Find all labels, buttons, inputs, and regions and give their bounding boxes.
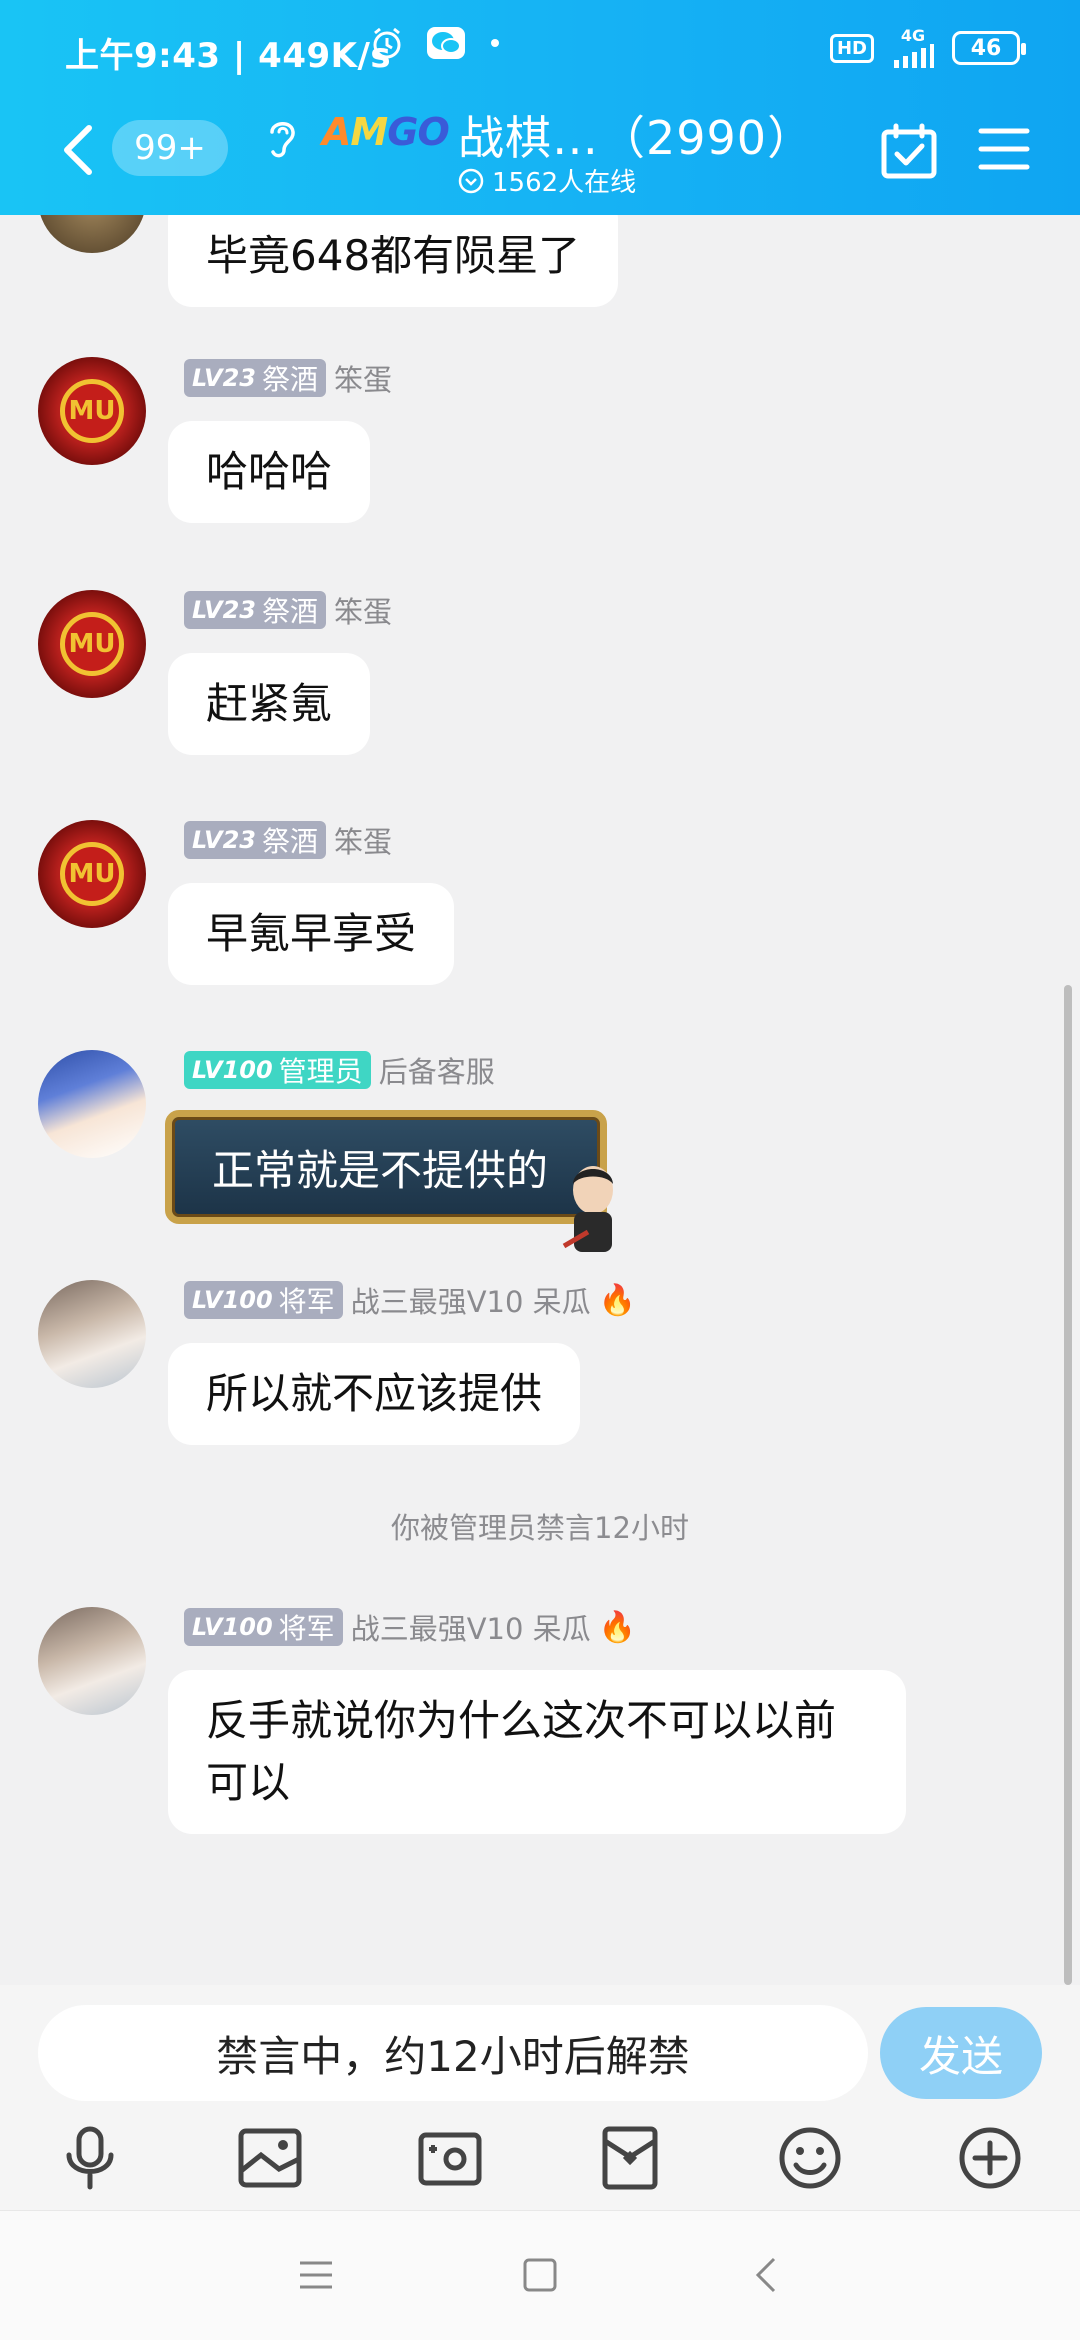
admin-level-badge: LV100 管理员 — [184, 1051, 371, 1089]
image-icon[interactable] — [237, 2125, 303, 2191]
message-bubble[interactable]: 毕竟648都有陨星了 — [168, 215, 619, 307]
rank-label: 将军 — [278, 1285, 335, 1318]
online-count-label: 1562人在线 — [492, 168, 637, 198]
club-crest-icon: MU — [60, 612, 124, 676]
network-label: 4G — [900, 26, 926, 45]
sender-name[interactable]: 笨蛋 — [334, 819, 392, 861]
input-bar: 禁言中，约12小时后解禁 发送 — [0, 1985, 1080, 2210]
message-text: 早氪早享受 — [206, 909, 417, 958]
level-label: LV100 — [192, 1613, 273, 1641]
back-icon[interactable] — [55, 122, 99, 178]
message-text: 所以就不应该提供 — [206, 1369, 543, 1418]
decorated-message-bubble[interactable]: 正常就是不提供的 — [165, 1110, 607, 1224]
sender-meta: LV100 管理员 后备客服 — [184, 1050, 495, 1090]
plus-icon[interactable] — [957, 2125, 1023, 2191]
sender-meta: LV23 祭酒 笨蛋 — [184, 590, 392, 630]
sender-name[interactable]: 笨蛋 — [334, 589, 392, 631]
status-system-icons: HD 4G 46 — [829, 28, 1026, 68]
avatar[interactable]: MU — [38, 590, 146, 698]
dot-icon — [491, 39, 499, 47]
sender-meta: LV23 祭酒 笨蛋 — [184, 358, 392, 398]
group-title[interactable]: 战棋…（2990） — [458, 102, 814, 168]
rank-label: 祭酒 — [261, 595, 318, 628]
avatar[interactable] — [38, 1280, 146, 1388]
home-icon[interactable] — [520, 2255, 560, 2295]
status-time: 上午9:43 | 449K/s — [65, 36, 392, 76]
hd-badge: HD — [829, 33, 874, 63]
group-logo: AMGO — [322, 110, 450, 154]
bubble-character-sticker-icon — [562, 1166, 613, 1252]
send-button[interactable]: 发送 — [880, 2007, 1042, 2099]
message-text: 正常就是不提供的 — [212, 1145, 549, 1195]
message-text: 哈哈哈 — [206, 447, 333, 496]
wechat-icon — [427, 27, 465, 59]
sender-meta: LV100 将军 战三最强V10 呆瓜 🔥 — [184, 1607, 636, 1647]
chat-message-list[interactable]: 毕竟648都有陨星了 MU LV23 祭酒 笨蛋 哈哈哈 MU LV23 祭酒 … — [0, 215, 1080, 1985]
club-crest-icon: MU — [60, 379, 124, 443]
level-badge: LV23 祭酒 — [184, 821, 326, 859]
level-label: LV23 — [192, 826, 256, 854]
network-indicator: 4G — [892, 28, 934, 68]
level-badge: LV100 将军 — [184, 1608, 343, 1646]
red-packet-icon[interactable] — [597, 2125, 663, 2191]
level-badge: LV23 祭酒 — [184, 359, 326, 397]
sender-meta: LV100 将军 战三最强V10 呆瓜 🔥 — [184, 1280, 636, 1320]
unread-count-badge[interactable]: 99+ — [112, 120, 228, 176]
message-text: 毕竟648都有陨星了 — [206, 231, 581, 280]
level-label: LV100 — [192, 1056, 273, 1084]
battery-indicator: 46 — [952, 31, 1026, 65]
avatar[interactable]: MU — [38, 357, 146, 465]
avatar[interactable] — [38, 1607, 146, 1715]
signal-icon — [894, 44, 934, 68]
app-header: 上午9:43 | 449K/s HD 4G 46 99+ AMGO 战棋…（29… — [0, 0, 1080, 215]
alarm-icon — [373, 27, 401, 59]
level-label: LV23 — [192, 596, 256, 624]
level-badge: LV100 将军 — [184, 1281, 343, 1319]
calendar-check-icon[interactable] — [880, 122, 938, 180]
message-text: 赶紧氪 — [206, 679, 333, 728]
message-bubble[interactable]: 哈哈哈 — [168, 421, 371, 523]
chat-nav-bar: 99+ AMGO 战棋…（2990） 1562人在线 — [0, 100, 1080, 215]
rank-label: 祭酒 — [261, 825, 318, 858]
avatar[interactable] — [38, 215, 146, 253]
online-count: 1562人在线 — [458, 162, 636, 199]
camera-icon[interactable] — [417, 2125, 483, 2191]
system-navigation-bar — [0, 2210, 1080, 2340]
rank-label: 将军 — [278, 1612, 335, 1645]
level-label: LV23 — [192, 364, 256, 392]
sender-name[interactable]: 后备客服 — [379, 1049, 495, 1091]
sender-name[interactable]: 战三最强V10 呆瓜 — [351, 1279, 591, 1321]
menu-icon[interactable] — [978, 126, 1030, 172]
message-input[interactable]: 禁言中，约12小时后解禁 — [38, 2005, 868, 2101]
message-bubble[interactable]: 早氪早享受 — [168, 883, 455, 985]
level-badge: LV23 祭酒 — [184, 591, 326, 629]
chevron-down-circle-icon — [458, 168, 484, 193]
message-bubble[interactable]: 反手就说你为什么这次不可以以前可以 — [168, 1670, 906, 1834]
sender-name[interactable]: 笨蛋 — [334, 357, 392, 399]
message-bubble[interactable]: 所以就不应该提供 — [168, 1343, 581, 1445]
fire-icon: 🔥 — [598, 1282, 637, 1318]
emoji-icon[interactable] — [777, 2125, 843, 2191]
status-notification-icons — [370, 26, 502, 60]
sender-name[interactable]: 战三最强V10 呆瓜 — [351, 1606, 591, 1648]
scrollbar-thumb[interactable] — [1064, 985, 1072, 1985]
system-back-icon[interactable] — [748, 2255, 788, 2295]
club-crest-icon: MU — [60, 842, 124, 906]
avatar[interactable] — [38, 1050, 146, 1158]
ear-icon[interactable] — [262, 114, 302, 160]
message-text: 反手就说你为什么这次不可以以前可以 — [206, 1696, 837, 1807]
level-label: LV100 — [192, 1286, 273, 1314]
rank-label: 祭酒 — [261, 363, 318, 396]
avatar[interactable]: MU — [38, 820, 146, 928]
fire-icon: 🔥 — [598, 1609, 637, 1645]
message-bubble[interactable]: 赶紧氪 — [168, 653, 371, 755]
status-bar: 上午9:43 | 449K/s HD 4G 46 — [0, 0, 1080, 100]
rank-label: 管理员 — [278, 1055, 363, 1088]
microphone-icon[interactable] — [57, 2125, 123, 2191]
recent-apps-icon[interactable] — [296, 2255, 336, 2295]
sender-meta: LV23 祭酒 笨蛋 — [184, 820, 392, 860]
system-notice: 你被管理员禁言12小时 — [391, 1511, 689, 1545]
